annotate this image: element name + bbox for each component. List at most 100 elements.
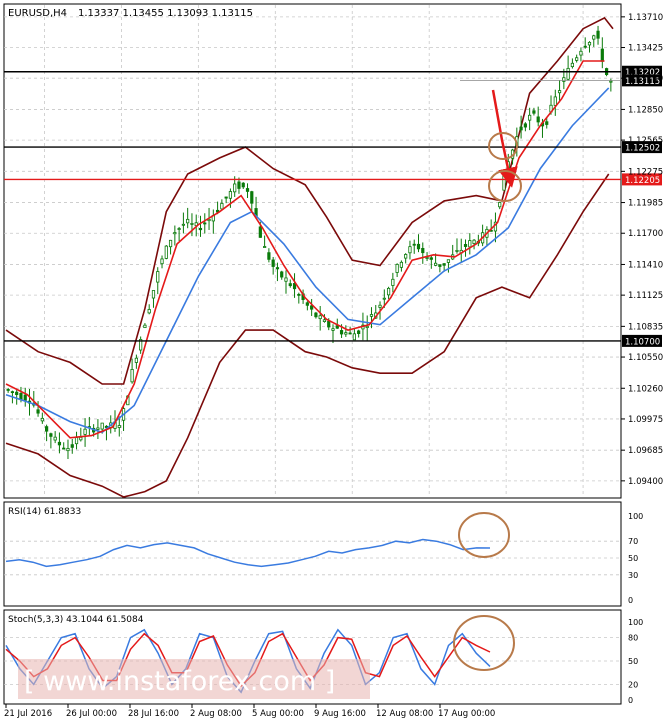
osc-tick-label: 100 bbox=[628, 512, 643, 521]
candle-body bbox=[168, 239, 173, 248]
candle-body bbox=[228, 191, 233, 199]
candle-body bbox=[442, 263, 446, 266]
osc-tick-label: 50 bbox=[628, 657, 638, 666]
candle-body bbox=[434, 262, 438, 266]
candle-body bbox=[382, 297, 386, 300]
candle-body bbox=[6, 389, 10, 391]
candle-body bbox=[600, 48, 604, 62]
osc-tick-label: 80 bbox=[628, 634, 638, 643]
candle-body bbox=[532, 110, 536, 114]
osc-tick-label: 100 bbox=[628, 618, 643, 627]
candle-body bbox=[177, 228, 181, 230]
candle-body bbox=[224, 196, 228, 199]
candle-body bbox=[463, 244, 468, 247]
price-tick-label: 1.11700 bbox=[628, 229, 663, 239]
candle-body bbox=[322, 319, 327, 322]
candle-body bbox=[288, 283, 292, 287]
candle-body bbox=[425, 257, 429, 259]
candle-body bbox=[357, 330, 361, 334]
candle-body bbox=[147, 309, 151, 314]
candle-body bbox=[523, 123, 527, 128]
candle-body bbox=[271, 259, 275, 267]
candle-body bbox=[70, 444, 74, 448]
candle-body bbox=[23, 394, 27, 401]
candle-body bbox=[399, 261, 404, 268]
candle-body bbox=[263, 246, 267, 248]
candle-body bbox=[468, 240, 472, 248]
candle-body bbox=[536, 116, 540, 123]
candle-body bbox=[258, 226, 262, 238]
candle-body bbox=[365, 325, 369, 329]
candle-body bbox=[472, 239, 476, 244]
candle-body bbox=[245, 188, 250, 192]
candle-body bbox=[134, 357, 138, 363]
candle-body bbox=[318, 315, 322, 320]
candle-body bbox=[275, 267, 280, 270]
price-tick-label: 1.12275 bbox=[628, 167, 663, 177]
price-tick-label: 1.13140 bbox=[628, 74, 663, 84]
price-header-ohlc: 1.13337 1.13455 1.13093 1.13115 bbox=[78, 8, 253, 19]
price-tick-label: 1.13425 bbox=[628, 44, 663, 54]
x-tick-label: 28 Jul 16:00 bbox=[128, 709, 179, 719]
osc-tick-label: 0 bbox=[628, 696, 633, 705]
candle-body bbox=[519, 126, 523, 131]
candle-body bbox=[348, 332, 352, 335]
candle-body bbox=[233, 183, 237, 193]
candle-body bbox=[181, 223, 185, 226]
candle-body bbox=[74, 437, 79, 445]
candle-body bbox=[553, 96, 557, 106]
x-tick-label: 2 Aug 08:00 bbox=[190, 709, 242, 719]
candle-body bbox=[284, 277, 288, 282]
candle-body bbox=[404, 254, 408, 259]
osc-tick-label: 20 bbox=[628, 680, 638, 689]
stoch-title: Stoch(5,3,3) 43.1044 61.5084 bbox=[8, 615, 144, 625]
candle-body bbox=[498, 202, 502, 208]
candle-body bbox=[583, 45, 587, 48]
candle-body bbox=[164, 245, 168, 259]
price-tick-label: 1.11410 bbox=[628, 260, 663, 270]
candle-body bbox=[143, 324, 147, 329]
candle-body bbox=[96, 427, 100, 430]
watermark-text: [ www.instaforex.com ] bbox=[24, 666, 335, 697]
candle-body bbox=[40, 417, 44, 422]
candle-body bbox=[10, 391, 15, 394]
candle-body bbox=[267, 252, 271, 260]
price-tick-label: 1.09400 bbox=[628, 477, 663, 487]
candle-body bbox=[327, 321, 331, 328]
candle-body bbox=[331, 328, 335, 331]
candle-body bbox=[455, 250, 459, 252]
candle-body bbox=[156, 271, 160, 283]
price-tick-label: 1.09975 bbox=[628, 415, 663, 425]
candle-body bbox=[344, 332, 348, 335]
candle-body bbox=[241, 182, 245, 188]
candle-body bbox=[570, 62, 574, 68]
x-tick-label: 26 Jul 00:00 bbox=[66, 709, 117, 719]
candle-body bbox=[198, 227, 203, 231]
candle-body bbox=[203, 222, 207, 225]
candle-body bbox=[130, 369, 134, 383]
osc-tick-label: 30 bbox=[628, 571, 638, 580]
candle-body bbox=[280, 271, 284, 278]
price-tick-label: 1.10835 bbox=[628, 322, 663, 332]
candle-body bbox=[378, 304, 382, 308]
candle-body bbox=[117, 425, 121, 428]
candle-body bbox=[314, 312, 318, 318]
candle-body bbox=[250, 191, 254, 204]
watermark: [ www.instaforex.com ] bbox=[18, 659, 370, 699]
candle-body bbox=[339, 330, 344, 335]
price-tick-label: 1.12565 bbox=[628, 136, 663, 146]
candle-body bbox=[66, 448, 70, 452]
price-tick-label: 1.10260 bbox=[628, 384, 663, 394]
candle-body bbox=[391, 278, 395, 286]
candle-body bbox=[297, 293, 301, 296]
price-tick-label: 1.10550 bbox=[628, 353, 663, 363]
candle-body bbox=[429, 257, 433, 260]
candle-body bbox=[386, 287, 391, 296]
candle-body bbox=[566, 67, 570, 80]
candle-body bbox=[408, 246, 412, 254]
price-tick-label: 1.13710 bbox=[628, 13, 663, 23]
candle-body bbox=[545, 121, 549, 125]
candle-body bbox=[562, 77, 566, 82]
price-tick-label: 1.11125 bbox=[628, 291, 663, 301]
x-tick-label: 9 Aug 16:00 bbox=[314, 709, 366, 719]
